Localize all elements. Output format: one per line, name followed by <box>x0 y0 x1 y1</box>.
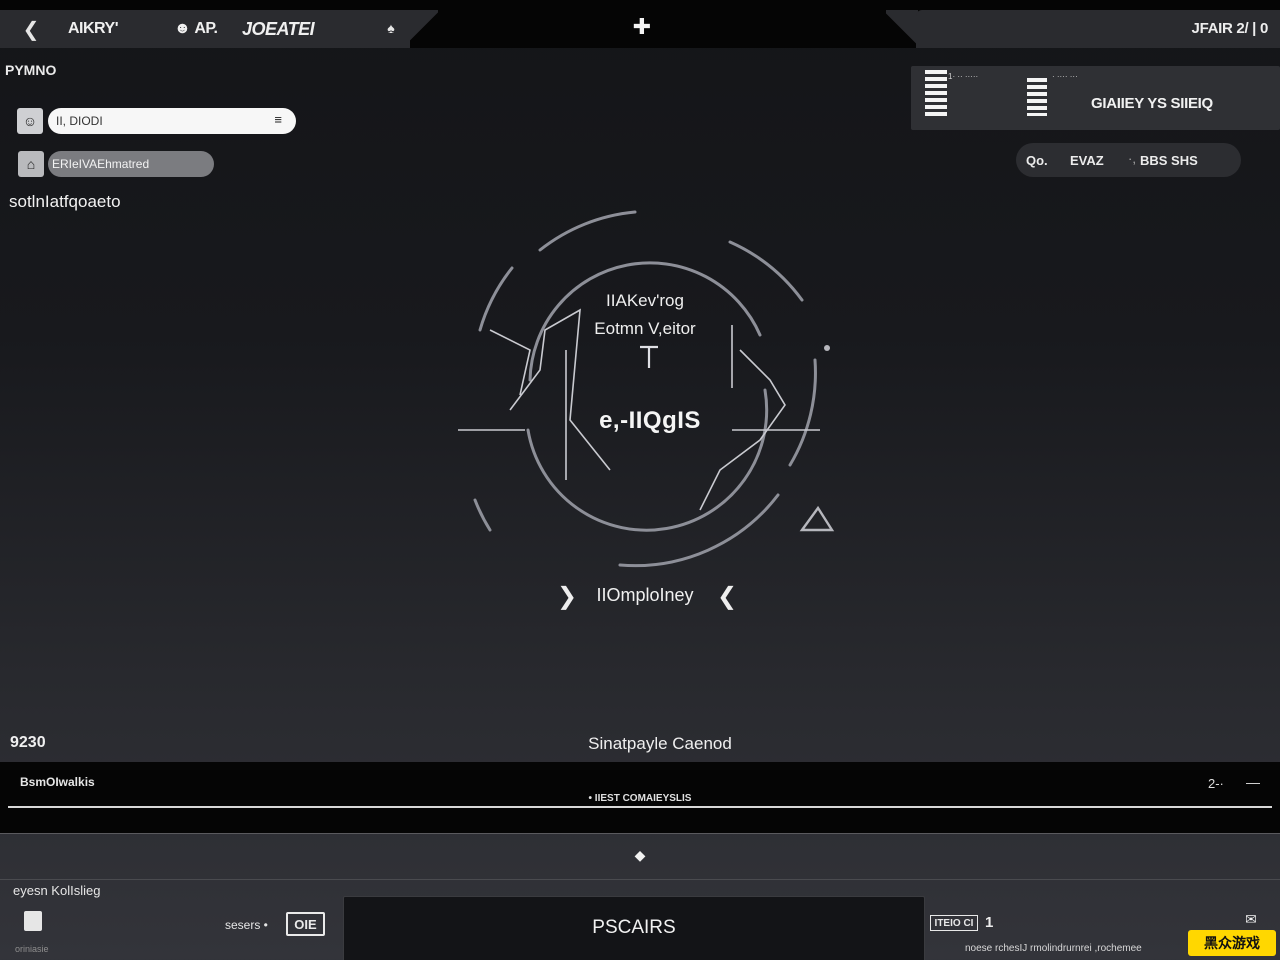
outer-arc-left <box>478 266 514 332</box>
chevron-left-icon: ❮ <box>716 582 738 610</box>
watermark-logo: 黑众游戏 <box>1188 930 1276 956</box>
center-title-line-1: IIAKev'rog <box>606 291 684 310</box>
score-readout: 9230 <box>10 734 46 751</box>
center-title-line-2: Eotmn V,eitor <box>594 319 696 338</box>
progress-line <box>8 806 1272 808</box>
bottom-left-value-label: sesers • <box>225 918 268 932</box>
avatar[interactable]: ☺ <box>17 108 43 134</box>
bell-icon: ♠ <box>387 20 395 36</box>
stat-2: EVAZ <box>1070 152 1104 168</box>
user-icon: ☺ <box>22 113 38 129</box>
card-caption-1: 1· ·· ····· <box>948 72 979 81</box>
notification-button[interactable]: ♠ <box>381 18 401 38</box>
chevron-left-icon: ❮ <box>22 18 40 41</box>
document-icon[interactable] <box>24 911 42 931</box>
barcode-icon <box>1027 78 1047 116</box>
bar-right-control[interactable]: 2-· <box>1208 776 1224 791</box>
menu-icon[interactable]: ≡ <box>274 112 282 127</box>
house-icon: ⌂ <box>26 156 36 172</box>
stats-pill[interactable]: Qo. EVAZ ·, BBS SHS <box>1016 143 1241 177</box>
nav-tab-1[interactable]: AIKRY' <box>68 17 119 41</box>
center-value: e,-IIQgIS <box>599 407 701 434</box>
user-icon: ☻ <box>174 20 191 37</box>
card-title: GIAIIEY YS SIIEIQ <box>1091 95 1213 112</box>
nav-tab-3[interactable]: JOEATEI <box>242 17 315 41</box>
divider <box>0 833 1280 834</box>
outer-arc-right <box>788 358 817 467</box>
radial-selector-graphic <box>458 210 835 568</box>
add-button[interactable]: ✚ <box>630 14 654 40</box>
bar-center-label[interactable]: • IIEST COMAIEYSLIS <box>560 793 720 804</box>
back-button[interactable]: ❮ <box>18 16 44 42</box>
dot-marker <box>824 345 830 351</box>
crack-line-3 <box>489 329 531 396</box>
bar-left-label[interactable]: BsmOIwalkis <box>20 775 95 789</box>
diamond-icon: ◆ <box>634 846 646 863</box>
guild-avatar[interactable]: ⌂ <box>18 151 44 177</box>
status-text: Sinatpayle Caenod <box>588 734 732 753</box>
nav-tab-3-label: JOEATEI <box>242 18 315 39</box>
barcode-icon <box>925 70 947 116</box>
search-input-value: II, DIODI <box>56 114 103 128</box>
section-subtitle: sotlnIatfqoaeto <box>9 192 121 211</box>
card-caption-2: · ···· ··· <box>1052 72 1078 81</box>
divider <box>0 879 1280 880</box>
chevron-right-icon: ❯ <box>556 582 578 610</box>
currency-readout[interactable]: JFAIR 2/ | 0 <box>1192 20 1269 37</box>
nav-tab-2-label: AP. <box>194 20 218 37</box>
nav-tab-2[interactable]: ☻ AP. <box>174 17 218 41</box>
bottom-right-tag[interactable]: ITEIO CI <box>930 915 978 931</box>
profile-label: PYMNO <box>5 62 57 78</box>
mode-label: IIOmploIney <box>596 585 694 605</box>
top-nav-right-slant <box>886 10 918 48</box>
triangle-marker <box>799 505 835 532</box>
nav-tab-1-label: AIKRY' <box>68 20 119 37</box>
stat-3: BBS SHS <box>1140 152 1198 168</box>
collapse-button[interactable]: ◆ <box>630 845 650 865</box>
search-input[interactable]: II, DIODI ≡ <box>48 108 296 134</box>
bottom-right-count: 1 <box>985 914 994 931</box>
bottom-left-title: eyesn KolIslieg <box>13 883 101 898</box>
stat-1: Qo. <box>1026 152 1048 168</box>
outer-arc-top <box>538 210 637 252</box>
minimize-button[interactable]: — <box>1246 774 1260 790</box>
stat-separator: ·, <box>1128 151 1136 166</box>
bottom-right-caption: noese rchesIJ rmolindrurnrei ,rochemee <box>965 943 1142 954</box>
status-pill-label: ERIeIVAEhmatred <box>52 157 150 171</box>
status-pill[interactable]: ERIeIVAEhmatred <box>48 151 214 177</box>
center-action-label[interactable]: PSCAIRS <box>343 917 925 939</box>
previous-mode-button[interactable]: ❯ <box>556 582 578 610</box>
top-nav-left-slant <box>404 10 438 48</box>
bottom-left-caption: oriniasie <box>15 944 49 954</box>
chat-icon[interactable]: ✉ <box>1242 910 1260 928</box>
bottom-left-value-box[interactable]: OIE <box>286 912 325 936</box>
next-mode-button[interactable]: ❮ <box>716 582 738 610</box>
plus-icon: ✚ <box>632 14 652 39</box>
outer-arc-left-bottom <box>473 498 492 532</box>
